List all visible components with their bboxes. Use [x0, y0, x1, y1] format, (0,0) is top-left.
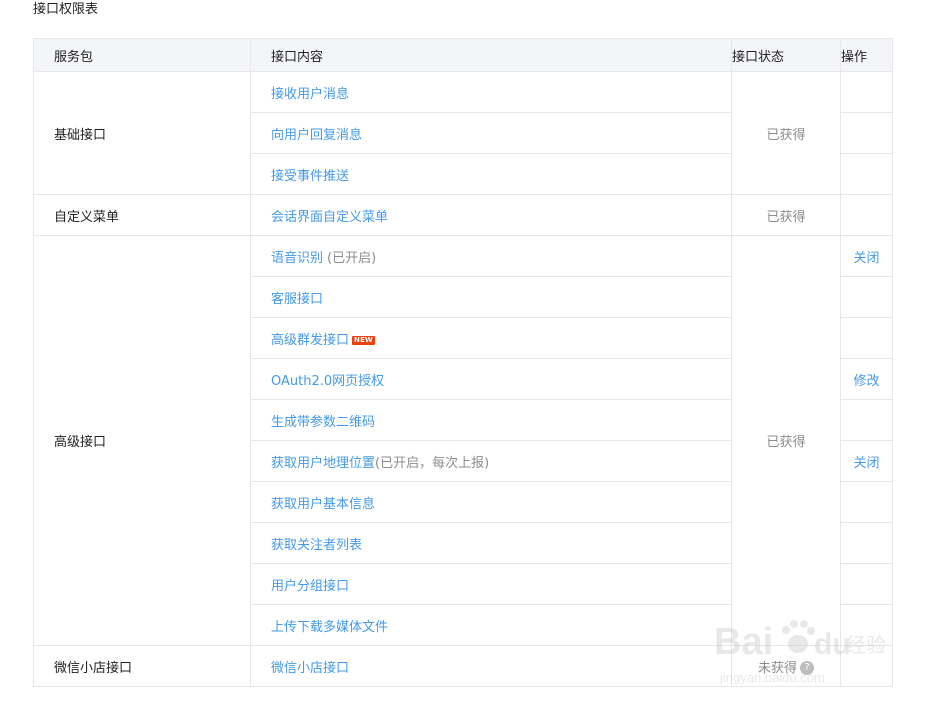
table-row: 基础接口 接收用户消息已获得: [33, 71, 893, 195]
api-link[interactable]: 接收用户消息: [271, 87, 349, 102]
operation-cell: [840, 399, 893, 441]
service-package-cell: 微信小店接口: [33, 645, 251, 687]
header-content: 接口内容: [250, 38, 732, 72]
table-row: 微信小店接口 微信小店接口 未获得?: [33, 645, 893, 687]
status-text: 已获得: [766, 209, 806, 225]
operation-cell: 关闭: [840, 235, 893, 277]
api-content-cell: 向用户回复消息: [250, 112, 732, 154]
api-status-cell: 已获得: [731, 235, 841, 646]
header-status: 接口状态: [731, 38, 841, 72]
api-link[interactable]: 高级群发接口: [271, 333, 349, 348]
api-link[interactable]: 会话界面自定义菜单: [271, 210, 388, 225]
api-content-cell: OAuth2.0网页授权: [250, 358, 732, 400]
permission-table: 服务包 接口内容 接口状态 操作 基础接口 接收用户消息已获得 向用户回复消息 接受事…: [33, 38, 893, 687]
api-content-cell: 获取关注者列表: [250, 522, 732, 564]
api-link[interactable]: 微信小店接口: [271, 661, 349, 676]
api-content-cell: 用户分组接口: [250, 563, 732, 605]
api-link[interactable]: OAuth2.0网页授权: [271, 374, 384, 389]
api-content-cell: 语音识别 (已开启): [250, 235, 732, 277]
operation-cell: [840, 481, 893, 523]
api-link[interactable]: 获取用户地理位置: [271, 456, 375, 471]
api-content-cell: 接收用户消息: [250, 71, 732, 113]
modify-link[interactable]: 修改: [853, 374, 879, 389]
api-link[interactable]: 生成带参数二维码: [271, 415, 375, 430]
table-body: 基础接口 接收用户消息已获得 向用户回复消息 接受事件推送自定义菜单 会话界面自定义菜单…: [33, 71, 893, 687]
operation-cell: [840, 194, 893, 236]
api-status-note: (已开启): [327, 250, 377, 266]
api-link[interactable]: 语音识别: [271, 251, 323, 266]
api-link[interactable]: 获取关注者列表: [271, 538, 362, 553]
api-content-cell: 生成带参数二维码: [250, 399, 732, 441]
table-header-row: 服务包 接口内容 接口状态 操作: [33, 38, 893, 72]
close-link[interactable]: 关闭: [853, 251, 879, 266]
api-link[interactable]: 用户分组接口: [271, 579, 349, 594]
operation-cell: [840, 276, 893, 318]
api-link[interactable]: 客服接口: [271, 292, 323, 307]
header-operation: 操作: [840, 38, 893, 72]
api-content-cell: 获取用户基本信息: [250, 481, 732, 523]
new-badge: NEW: [352, 335, 375, 345]
page-title: 接口权限表: [33, 2, 99, 17]
api-link[interactable]: 向用户回复消息: [271, 128, 362, 143]
api-content-cell: 高级群发接口 NEW: [250, 317, 732, 359]
api-link[interactable]: 上传下载多媒体文件: [271, 620, 388, 635]
api-status-cell: 已获得: [731, 71, 841, 195]
service-package-cell: 高级接口: [33, 235, 251, 646]
operation-cell: 修改: [840, 358, 893, 400]
service-package-cell: 自定义菜单: [33, 194, 251, 236]
api-content-cell: 微信小店接口: [250, 645, 732, 687]
help-icon[interactable]: ?: [800, 661, 814, 675]
service-package-cell: 基础接口: [33, 71, 251, 195]
header-package: 服务包: [33, 38, 251, 72]
table-row: 高级接口 语音识别 (已开启) 已获得 关闭: [33, 235, 893, 646]
api-status-note: (已开启，每次上报): [375, 455, 490, 471]
operation-cell: [840, 604, 893, 646]
operation-cell: [840, 645, 893, 687]
close-link[interactable]: 关闭: [853, 456, 879, 471]
status-text: 未获得: [757, 660, 797, 676]
operation-cell: [840, 522, 893, 564]
api-link[interactable]: 接受事件推送: [271, 169, 349, 184]
status-text: 已获得: [766, 127, 806, 143]
operation-cell: [840, 317, 893, 359]
operation-cell: [840, 563, 893, 605]
operation-cell: [840, 112, 893, 154]
api-status-cell: 已获得: [731, 194, 841, 236]
api-link[interactable]: 获取用户基本信息: [271, 497, 375, 512]
status-text: 已获得: [766, 435, 806, 450]
api-content-cell: 上传下载多媒体文件: [250, 604, 732, 646]
api-status-cell: 未获得?: [731, 645, 841, 687]
table-row: 自定义菜单 会话界面自定义菜单 已获得: [33, 194, 893, 236]
api-content-cell: 会话界面自定义菜单: [250, 194, 732, 236]
api-content-cell: 获取用户地理位置(已开启，每次上报): [250, 440, 732, 482]
operation-cell: [840, 71, 893, 113]
operation-cell: [840, 153, 893, 195]
api-content-cell: 接受事件推送: [250, 153, 732, 195]
operation-cell: 关闭: [840, 440, 893, 482]
api-content-cell: 客服接口: [250, 276, 732, 318]
